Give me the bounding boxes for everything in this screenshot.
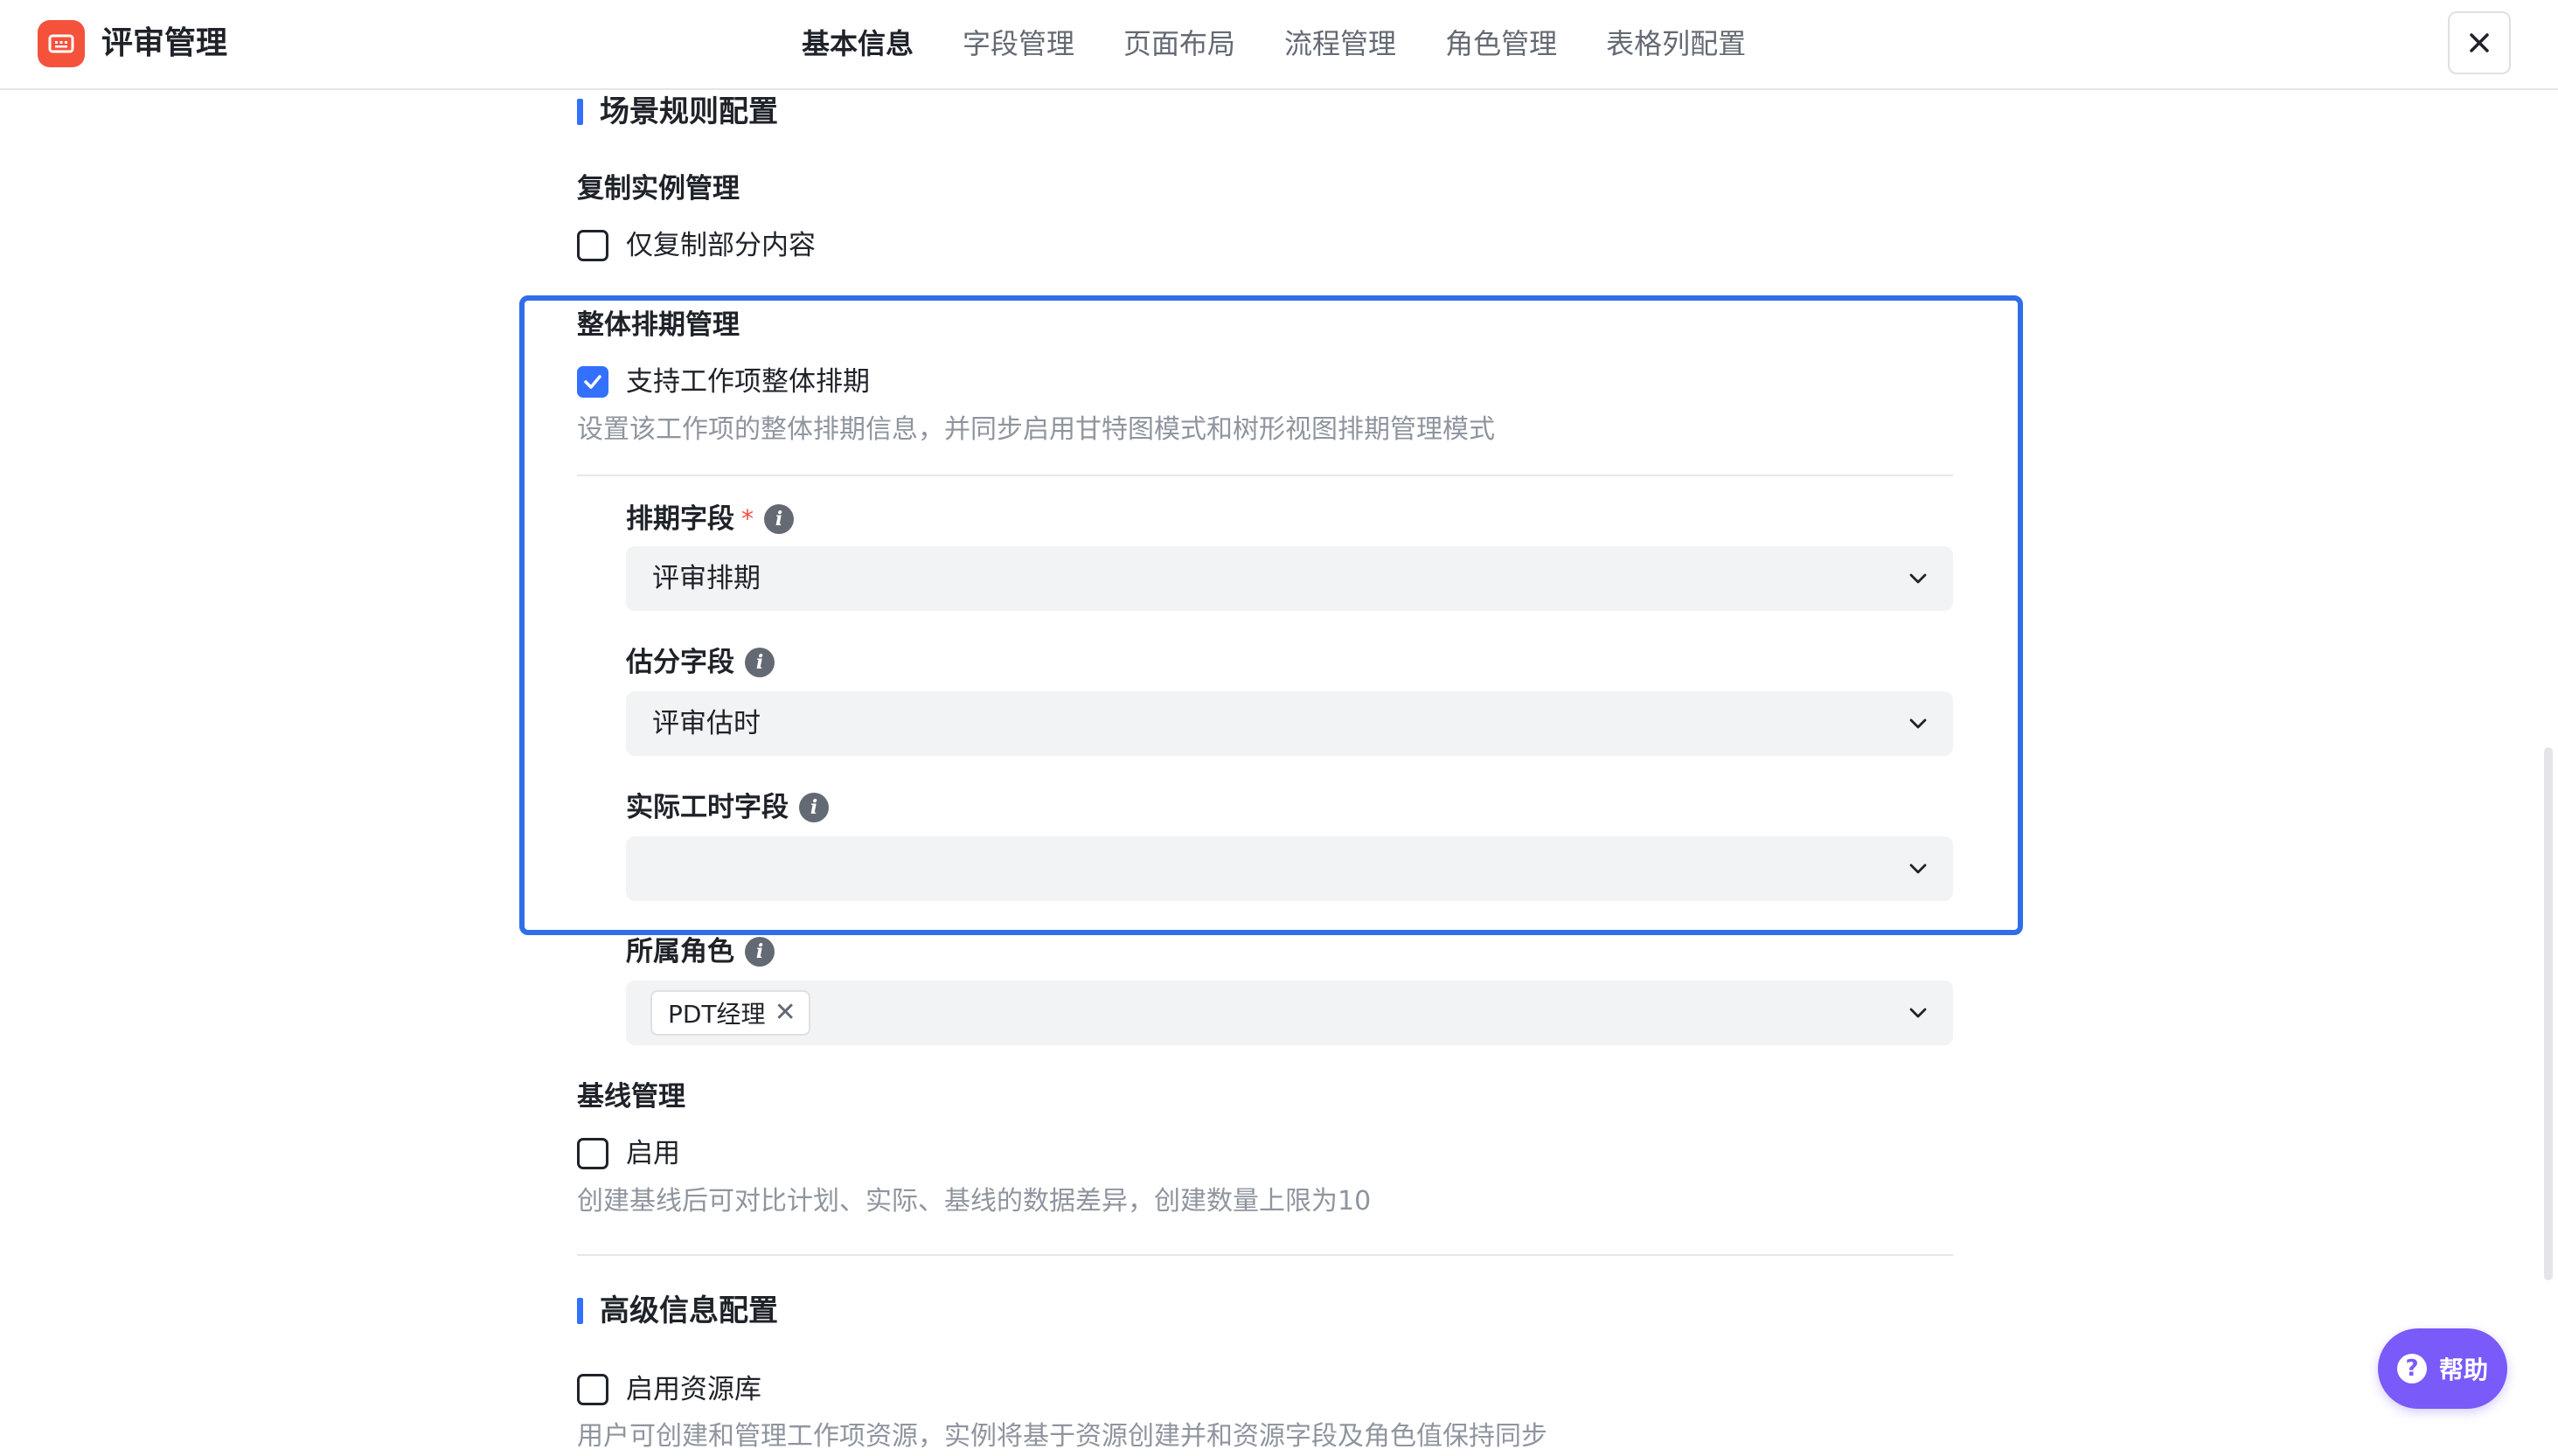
roles-field-label: 所属角色 i xyxy=(626,933,775,971)
section-title-advanced: 高级信息配置 xyxy=(577,1290,778,1332)
chevron-down-icon xyxy=(1909,573,1927,584)
section-title-scene-rules: 场景规则配置 xyxy=(577,91,778,133)
question-icon: ? xyxy=(2396,1354,2427,1383)
section-title-text: 高级信息配置 xyxy=(600,1293,778,1328)
estimate-field-label: 估分字段 i xyxy=(626,643,775,682)
resource-lib-option[interactable]: 启用资源库 xyxy=(577,1370,761,1409)
resource-lib-label: 启用资源库 xyxy=(626,1374,761,1405)
chevron-down-icon xyxy=(1909,1008,1927,1018)
top-header: 评审管理 基本信息 字段管理 页面布局 流程管理 角色管理 表格列配置 xyxy=(0,0,2558,90)
tab-roles[interactable]: 角色管理 xyxy=(1445,21,1557,66)
copy-partial-checkbox[interactable] xyxy=(577,230,608,261)
estimate-field-label-text: 估分字段 xyxy=(626,647,734,678)
actual-hours-field-select[interactable] xyxy=(626,836,1953,901)
actual-hours-label-text: 实际工时字段 xyxy=(626,792,789,823)
copy-partial-label: 仅复制部分内容 xyxy=(626,230,816,261)
info-icon[interactable]: i xyxy=(745,937,775,967)
info-icon[interactable]: i xyxy=(764,504,794,534)
baseline-description: 创建基线后可对比计划、实际、基线的数据差异，创建数量上限为10 xyxy=(577,1186,1372,1217)
required-mark: * xyxy=(741,504,754,533)
schedule-field-select[interactable]: 评审排期 xyxy=(626,546,1953,611)
app-title: 评审管理 xyxy=(101,25,228,61)
help-label: 帮助 xyxy=(2438,1355,2488,1384)
help-button[interactable]: ? 帮助 xyxy=(2378,1328,2507,1409)
select-value: 评审估时 xyxy=(652,708,761,739)
chevron-down-icon xyxy=(1909,863,1927,874)
app-logo-icon xyxy=(38,20,85,67)
roles-field-label-text: 所属角色 xyxy=(626,936,734,967)
copy-instance-label: 复制实例管理 xyxy=(577,173,740,205)
overall-schedule-option-label: 支持工作项整体排期 xyxy=(626,366,870,398)
divider xyxy=(577,1254,1953,1256)
role-tag: PDT经理 ✕ xyxy=(650,990,810,1036)
chevron-down-icon xyxy=(1909,718,1927,729)
info-icon[interactable]: i xyxy=(799,793,829,822)
top-tabs: 基本信息 字段管理 页面布局 流程管理 角色管理 表格列配置 xyxy=(802,21,1746,66)
tab-basic-info[interactable]: 基本信息 xyxy=(802,21,914,66)
copy-partial-option[interactable]: 仅复制部分内容 xyxy=(577,226,816,265)
baseline-enable-label: 启用 xyxy=(626,1138,680,1169)
baseline-label: 基线管理 xyxy=(577,1081,685,1113)
divider xyxy=(577,475,1953,476)
overall-schedule-checkbox[interactable] xyxy=(577,366,608,398)
estimate-field-select[interactable]: 评审估时 xyxy=(626,691,1953,756)
checkmark-icon xyxy=(584,375,601,389)
tab-table-columns[interactable]: 表格列配置 xyxy=(1606,21,1746,66)
overall-schedule-description: 设置该工作项的整体排期信息，并同步启用甘特图模式和树形视图排期管理模式 xyxy=(577,414,1495,445)
overall-schedule-label: 整体排期管理 xyxy=(577,309,740,341)
actual-hours-field-label: 实际工时字段 i xyxy=(626,788,829,827)
schedule-field-label: 排期字段 * i xyxy=(626,500,794,538)
resource-lib-description: 用户可创建和管理工作项资源，实例将基于资源创建并和资源字段及角色值保持同步 xyxy=(577,1421,1547,1452)
info-icon[interactable]: i xyxy=(745,648,775,677)
scrollbar-thumb[interactable] xyxy=(2544,747,2553,1280)
tab-workflow[interactable]: 流程管理 xyxy=(1284,21,1396,66)
select-value: 评审排期 xyxy=(652,563,761,594)
close-button[interactable] xyxy=(2448,11,2511,74)
resource-lib-checkbox[interactable] xyxy=(577,1374,608,1405)
tag-remove-icon[interactable]: ✕ xyxy=(775,1000,796,1026)
tab-field-management[interactable]: 字段管理 xyxy=(963,21,1074,66)
section-title-text: 场景规则配置 xyxy=(600,94,778,129)
section-accent-bar xyxy=(577,1298,583,1324)
baseline-enable-option[interactable]: 启用 xyxy=(577,1134,680,1173)
baseline-enable-checkbox[interactable] xyxy=(577,1138,608,1169)
schedule-field-label-text: 排期字段 xyxy=(626,503,734,535)
section-accent-bar xyxy=(577,99,583,125)
close-icon xyxy=(2470,33,2489,52)
roles-field-select[interactable]: PDT经理 ✕ xyxy=(626,981,1953,1045)
overall-schedule-option[interactable]: 支持工作项整体排期 xyxy=(577,363,870,401)
tab-page-layout[interactable]: 页面布局 xyxy=(1123,21,1235,66)
role-tag-label: PDT经理 xyxy=(668,1000,766,1029)
